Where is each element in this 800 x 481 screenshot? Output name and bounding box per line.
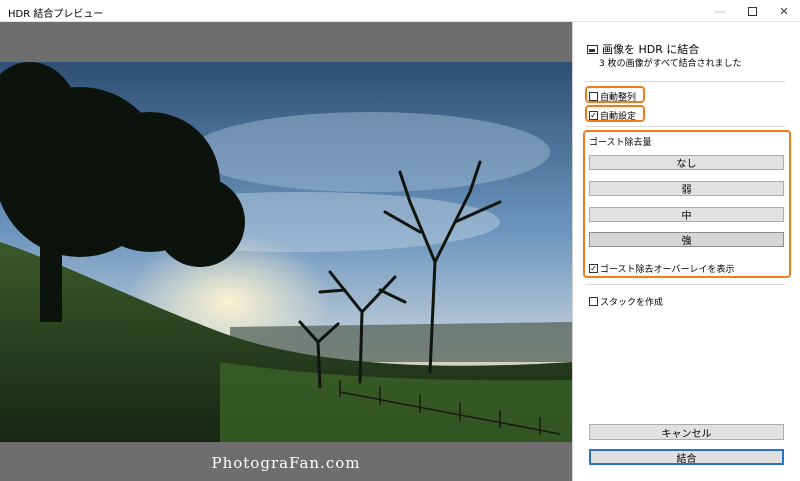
checkbox-box: [589, 92, 598, 101]
checkbox-box: [589, 297, 598, 306]
minimize-icon: —: [714, 4, 726, 18]
auto-settings-checkbox[interactable]: ✓ 自動設定: [589, 109, 636, 122]
highlight-deghost-group: [583, 130, 791, 278]
image-icon: [587, 44, 598, 54]
preview-area: PhotograFan.com: [0, 22, 572, 481]
stack-checkbox[interactable]: スタックを作成: [589, 295, 663, 308]
watermark-text: PhotograFan.com: [211, 454, 361, 472]
checkmark-icon: ✓: [589, 111, 598, 120]
divider: [585, 126, 785, 127]
overlay-label: ゴースト除去オーバーレイを表示: [600, 265, 735, 275]
hdr-preview-image: [0, 62, 572, 442]
stack-label: スタックを作成: [600, 298, 664, 308]
auto-settings-label: 自動設定: [600, 112, 637, 122]
deghost-none-button[interactable]: なし: [589, 155, 784, 170]
status-text: 3 枚の画像がすべて結合されました: [599, 59, 742, 69]
merge-button[interactable]: 結合: [589, 449, 784, 465]
maximize-icon: [747, 6, 757, 16]
close-icon: ✕: [779, 4, 789, 18]
deghost-low-button[interactable]: 弱: [589, 181, 784, 196]
minimize-button[interactable]: —: [703, 0, 737, 22]
overlay-checkbox[interactable]: ✓ ゴースト除去オーバーレイを表示: [589, 262, 734, 275]
auto-align-label: 自動整列: [600, 93, 637, 103]
cancel-button[interactable]: キャンセル: [589, 424, 784, 440]
title-bar: HDR 結合プレビュー — ✕: [0, 0, 800, 22]
settings-panel: 画像を HDR に結合 3 枚の画像がすべて結合されました 自動整列 ✓ 自動設…: [572, 22, 800, 481]
window-title: HDR 結合プレビュー: [8, 9, 104, 20]
deghost-medium-button[interactable]: 中: [589, 207, 784, 222]
deghost-label: ゴースト除去量: [589, 138, 652, 148]
panel-title: 画像を HDR に結合: [602, 43, 700, 56]
divider: [585, 284, 785, 285]
deghost-high-button[interactable]: 強: [589, 232, 784, 247]
close-button[interactable]: ✕: [767, 0, 800, 22]
maximize-button[interactable]: [735, 0, 769, 22]
divider: [585, 81, 785, 82]
checkmark-icon: ✓: [589, 264, 598, 273]
auto-align-checkbox[interactable]: 自動整列: [589, 90, 636, 103]
panel-header: 画像を HDR に結合: [587, 41, 699, 57]
